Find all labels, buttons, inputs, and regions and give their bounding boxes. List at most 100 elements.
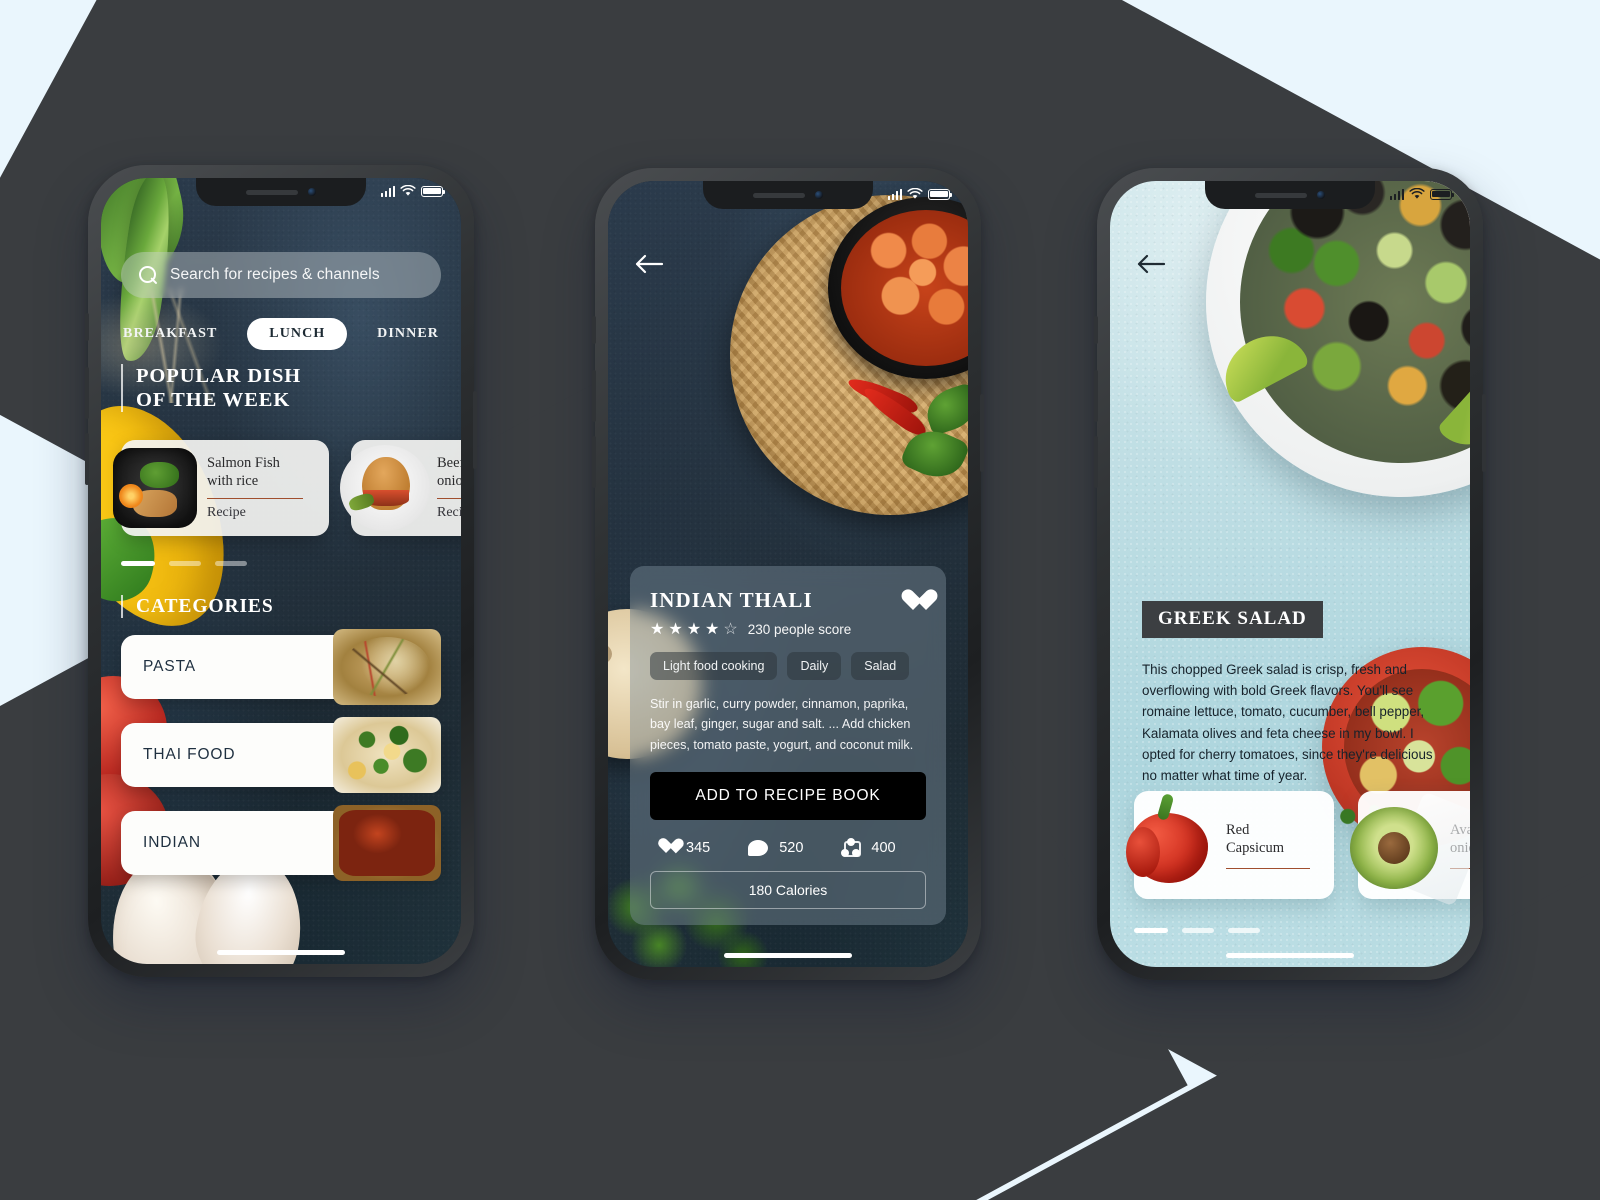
carousel-dot[interactable] [215,561,247,566]
thali-food-photo [700,181,968,603]
category-row-indian[interactable]: INDIAN [121,805,441,881]
front-camera [815,191,823,199]
home-indicator[interactable] [217,950,345,955]
detail-card-header: INDIAN THALI [650,588,926,614]
recipe-detail-card: INDIAN THALI ★ ★ ★ ★ ☆ 230 people score … [630,565,946,925]
home-indicator[interactable] [724,953,852,958]
wifi-icon [400,185,416,196]
search-input[interactable]: Search for recipes & channels [170,266,380,284]
carousel-pagination[interactable] [121,561,247,566]
phone-power-button[interactable] [980,394,984,472]
category-thumbnail-pasta [333,629,441,705]
phone-notch [1205,181,1375,209]
carousel-dot[interactable] [1182,928,1214,933]
carousel-dot-active[interactable] [121,561,155,566]
dish-meta: Beef onion Recipe [437,455,461,521]
stat-comments[interactable]: 520 [748,839,804,856]
signal-bars-icon [380,185,395,197]
phone-mute-switch[interactable] [592,316,596,344]
phone-power-button[interactable] [473,391,477,469]
favorite-heart-icon[interactable] [900,590,926,614]
phone-volume-up-button[interactable] [85,367,89,419]
recipe-description: Stir in garlic, curry powder, cinnamon, … [650,696,914,752]
ingredient-card[interactable]: Avacado onion [1350,791,1470,907]
phone-power-button[interactable] [1482,394,1486,472]
recipe-title: INDIAN THALI [650,587,813,612]
share-count: 400 [871,839,896,856]
engagement-stats: 345 520 400 [650,838,926,857]
salad-title: GREEK SALAD [1142,601,1323,638]
star-empty-icon: ☆ [723,620,738,638]
status-bar [1389,188,1455,200]
comment-count: 520 [779,839,804,856]
divider [437,497,461,500]
avocado-graphic [1350,807,1438,889]
dish-recipe-link[interactable]: Recipe [207,505,319,521]
carousel-dot[interactable] [1228,928,1260,933]
phone-mockup-home: Search for recipes & channels BREAKFAST … [85,165,477,977]
meal-tabs: BREAKFAST LUNCH DINNER [121,318,441,350]
comment-icon [748,839,769,856]
signal-bars-icon [887,188,902,200]
ingredient-card[interactable]: Red Capsicum [1126,791,1334,899]
dish-card[interactable]: Salmon Fish with rice Recipe [113,440,329,536]
tab-lunch[interactable]: LUNCH [247,318,348,350]
category-row-thai-food[interactable]: THAI FOOD [121,717,441,793]
mockup-stage: Search for recipes & channels BREAKFAST … [0,0,1600,1200]
phone-volume-down-button[interactable] [592,436,596,488]
pickle-graphic [347,491,376,513]
tag-chip[interactable]: Daily [787,651,842,680]
white-plate-graphic [340,445,430,531]
category-row-pasta[interactable]: PASTA [121,629,441,705]
earpiece-speaker [753,192,805,198]
ingredient-name-line-2: Capsicum [1226,840,1284,857]
ingredient-thumbnail-avocado [1346,791,1470,907]
star-filled-icon: ★ [650,620,665,638]
add-to-recipe-book-button[interactable]: ADD TO RECIPE BOOK [650,772,926,820]
phone-volume-up-button[interactable] [1094,370,1098,422]
tag-chip[interactable]: Light food cooking [650,651,778,680]
ingredient-thumbnail-capsicum [1122,795,1222,895]
dish-title-line-1: Beef [437,454,461,471]
status-bar [887,188,953,200]
popular-dish-heading: POPULAR DISH OF THE WEEK [121,364,301,413]
carousel-dot-active[interactable] [1134,928,1168,933]
back-button[interactable] [634,253,664,280]
heart-icon [656,839,675,856]
phone-volume-up-button[interactable] [592,370,596,422]
dish-thumbnail-beef [337,442,433,534]
star-rating[interactable]: ★ ★ ★ ★ ☆ [650,620,738,638]
dish-card[interactable]: Beef onion Recipe [340,440,461,536]
star-filled-icon: ★ [668,620,683,638]
phone-mockup-detail: INDIAN THALI ★ ★ ★ ★ ☆ 230 people score … [592,168,984,980]
phone-notch [703,181,873,209]
search-bar[interactable]: Search for recipes & channels [121,252,441,298]
dish-recipe-link[interactable]: Recipe [437,505,461,521]
star-filled-icon: ★ [705,620,720,638]
back-button[interactable] [1136,253,1166,280]
phone-volume-down-button[interactable] [85,433,89,485]
phone-mute-switch[interactable] [1094,316,1098,344]
phone-volume-down-button[interactable] [1094,436,1098,488]
curry-graphic [841,210,968,366]
star-filled-icon: ★ [686,620,702,638]
tab-breakfast[interactable]: BREAKFAST [121,319,219,349]
ingredient-carousel-pagination[interactable] [1134,928,1260,933]
home-indicator[interactable] [1226,953,1354,958]
dish-meta: Salmon Fish with rice Recipe [207,455,319,521]
dish-title-line-2: onion [437,472,461,489]
popular-dish-carousel[interactable]: Salmon Fish with rice Recipe Bee onio Re… [113,440,461,536]
tag-chip[interactable]: Salad [851,651,910,680]
divider [1226,867,1310,869]
categories-heading: CATEGORIES [121,595,274,618]
dish-thumbnail-salmon [107,442,203,534]
carousel-dot[interactable] [169,561,201,566]
earpiece-speaker [1255,192,1307,198]
battery-icon [421,185,446,197]
stat-shares[interactable]: 400 [841,838,896,857]
tab-dinner[interactable]: DINNER [375,319,441,349]
calorie-badge: 180 Calories [650,871,926,909]
stat-likes[interactable]: 345 [656,839,710,856]
ingredient-carousel[interactable]: Red Capsicum Avacado onion [1126,791,1470,907]
phone-mute-switch[interactable] [85,313,89,341]
